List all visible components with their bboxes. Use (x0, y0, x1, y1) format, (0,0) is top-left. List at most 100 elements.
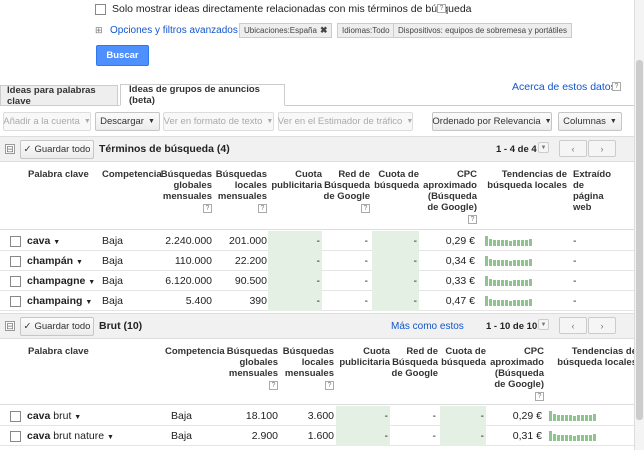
text-format-button[interactable]: Ver en formato de texto ▼ (163, 112, 274, 131)
network-value: - (364, 255, 369, 267)
help-icon[interactable]: ? (612, 82, 621, 91)
col-search-network[interactable]: Red de Búsqueda de Google? (322, 169, 370, 213)
local-value: 201.000 (229, 235, 267, 247)
local-value: 390 (249, 295, 267, 307)
table-row: cava ▼ Baja 2.240.000 201.000 - - - 0,29 € - (0, 231, 644, 251)
row-checkbox[interactable] (10, 411, 21, 422)
expand-icon[interactable]: ⊞ (95, 25, 103, 36)
keyword-link[interactable]: cava ▼ (27, 235, 60, 247)
table-row: champaing ▼ Baja 5.400 390 - - - 0,47 € - (0, 291, 644, 311)
columns-button[interactable]: Columnas ▼ (558, 112, 622, 131)
col-ad-share[interactable]: Cuota publicitaria (268, 169, 322, 191)
more-like-these-link[interactable]: Más como estos (391, 321, 464, 332)
chevron-down-icon[interactable]: ▼ (53, 239, 60, 246)
search-button[interactable]: Buscar (96, 45, 149, 66)
col-search-share[interactable]: Cuota de búsqueda (372, 169, 419, 191)
col-local-trends[interactable]: Tendencias de búsqueda locales (482, 169, 567, 191)
network-value: - (432, 410, 437, 422)
tab-ad-group-ideas[interactable]: Ideas de grupos de anuncios (beta) (120, 84, 285, 106)
col-local-trends[interactable]: Tendencias de búsqueda locales (549, 346, 637, 368)
competition-value: Baja (171, 430, 193, 442)
help-icon: ? (325, 381, 334, 390)
trend-bar (509, 261, 512, 266)
trend-bar (513, 280, 516, 286)
close-icon[interactable]: ✖ (320, 25, 328, 36)
save-all-button[interactable]: ✓ Guardar todo (20, 140, 94, 159)
col-cpc[interactable]: CPC aproximado (Búsqueda de Google)? (486, 346, 544, 401)
trend-bar (557, 435, 560, 441)
download-button[interactable]: Descargar ▼ (95, 112, 160, 131)
row-checkbox[interactable] (10, 431, 21, 442)
traffic-estimator-button[interactable]: Ver en el Estimador de tráfico ▼ (278, 112, 413, 131)
col-ad-share[interactable]: Cuota publicitaria (336, 346, 390, 368)
keyword-link[interactable]: champán ▼ (27, 255, 83, 267)
global-value: 2.900 (251, 430, 278, 442)
row-checkbox[interactable] (10, 276, 21, 287)
cpc-value: 0,29 € (512, 410, 542, 422)
device-tag[interactable]: Dispositivos: equipos de sobremesa y por… (393, 23, 572, 38)
trend-bar (517, 280, 520, 286)
chevron-down-icon[interactable]: ▼ (76, 259, 83, 266)
global-value: 6.120.000 (165, 275, 212, 287)
prev-page-icon[interactable]: ‹ (559, 317, 587, 334)
prev-page-icon[interactable]: ‹ (559, 140, 587, 157)
extracted-value: - (573, 255, 577, 267)
col-keyword[interactable]: Palabra clave (28, 346, 89, 357)
about-data-link[interactable]: Acerca de estos datos (512, 81, 616, 93)
col-extracted[interactable]: Extraído de página web (573, 169, 611, 213)
help-icon[interactable]: ? (437, 4, 446, 13)
group-title: Brut (10) (99, 320, 143, 332)
group-header-brut: ⊟ ✓ Guardar todo Brut (10) Más como estos… (0, 313, 644, 339)
collapse-icon[interactable]: ⊟ (5, 321, 15, 331)
next-page-icon[interactable]: › (588, 140, 616, 157)
pager-dropdown[interactable]: ▼ (538, 142, 549, 153)
trend-bar (525, 240, 528, 246)
col-competition[interactable]: Competencia (165, 346, 225, 357)
trend-bar (505, 280, 508, 286)
keyword-link[interactable]: champagne ▼ (27, 275, 95, 287)
language-tag[interactable]: Idiomas:Todo (337, 23, 395, 38)
keyword-link[interactable]: cava brut nature ▼ (27, 430, 114, 442)
col-local-searches[interactable]: Búsquedas locales mensuales? (215, 169, 267, 213)
keyword-link[interactable]: champaing ▼ (27, 295, 92, 307)
advanced-options-link[interactable]: Opciones y filtros avanzados (110, 25, 238, 36)
trend-bar (589, 415, 592, 421)
chevron-down-icon[interactable]: ▼ (85, 299, 92, 306)
location-tag[interactable]: Ubicaciones:España ✖ (239, 23, 333, 38)
col-search-share[interactable]: Cuota de búsqueda (440, 346, 486, 368)
trend-bar (561, 435, 564, 441)
row-checkbox[interactable] (10, 236, 21, 247)
only-related-label: Solo mostrar ideas directamente relacion… (112, 3, 472, 15)
col-cpc[interactable]: CPC aproximado (Búsqueda de Google)? (419, 169, 477, 224)
next-page-icon[interactable]: › (588, 317, 616, 334)
chevron-down-icon[interactable]: ▼ (74, 414, 81, 421)
save-all-button[interactable]: ✓ Guardar todo (20, 317, 94, 336)
col-global-searches[interactable]: Búsquedas globales mensuales? (160, 169, 212, 213)
keyword-link[interactable]: cava brut ▼ (27, 410, 81, 422)
trend-sparkline (549, 411, 596, 421)
only-related-checkbox[interactable] (95, 4, 106, 15)
local-value: 3.600 (307, 410, 334, 422)
col-global-searches[interactable]: Búsquedas globales mensuales? (226, 346, 278, 390)
scrollbar-track[interactable] (634, 0, 644, 450)
tab-keyword-ideas[interactable]: Ideas para palabras clave (0, 85, 118, 107)
chevron-down-icon[interactable]: ▼ (88, 279, 95, 286)
trend-bar (509, 301, 512, 306)
keyword-text: champagne (27, 275, 86, 287)
col-search-network[interactable]: Red de Búsqueda de Google (390, 346, 438, 379)
table-row: cava brut ▼ Baja 18.100 3.600 - - - 0,29 € (0, 406, 644, 426)
search_share-value: - (480, 430, 485, 442)
scrollbar-thumb[interactable] (636, 60, 643, 420)
pager-dropdown[interactable]: ▼ (538, 319, 549, 330)
share-value: - (316, 255, 321, 267)
row-checkbox[interactable] (10, 296, 21, 307)
sort-button[interactable]: Ordenado por Relevancia ▼ (432, 112, 552, 131)
col-local-searches[interactable]: Búsquedas locales mensuales? (282, 346, 334, 390)
add-to-account-button[interactable]: Añadir a la cuenta ▼ (3, 112, 91, 131)
collapse-icon[interactable]: ⊟ (5, 144, 15, 154)
chevron-down-icon[interactable]: ▼ (107, 434, 114, 441)
col-keyword[interactable]: Palabra clave (28, 169, 89, 180)
row-checkbox[interactable] (10, 256, 21, 267)
global-value: 5.400 (185, 295, 212, 307)
col-competition[interactable]: Competencia (102, 169, 162, 180)
